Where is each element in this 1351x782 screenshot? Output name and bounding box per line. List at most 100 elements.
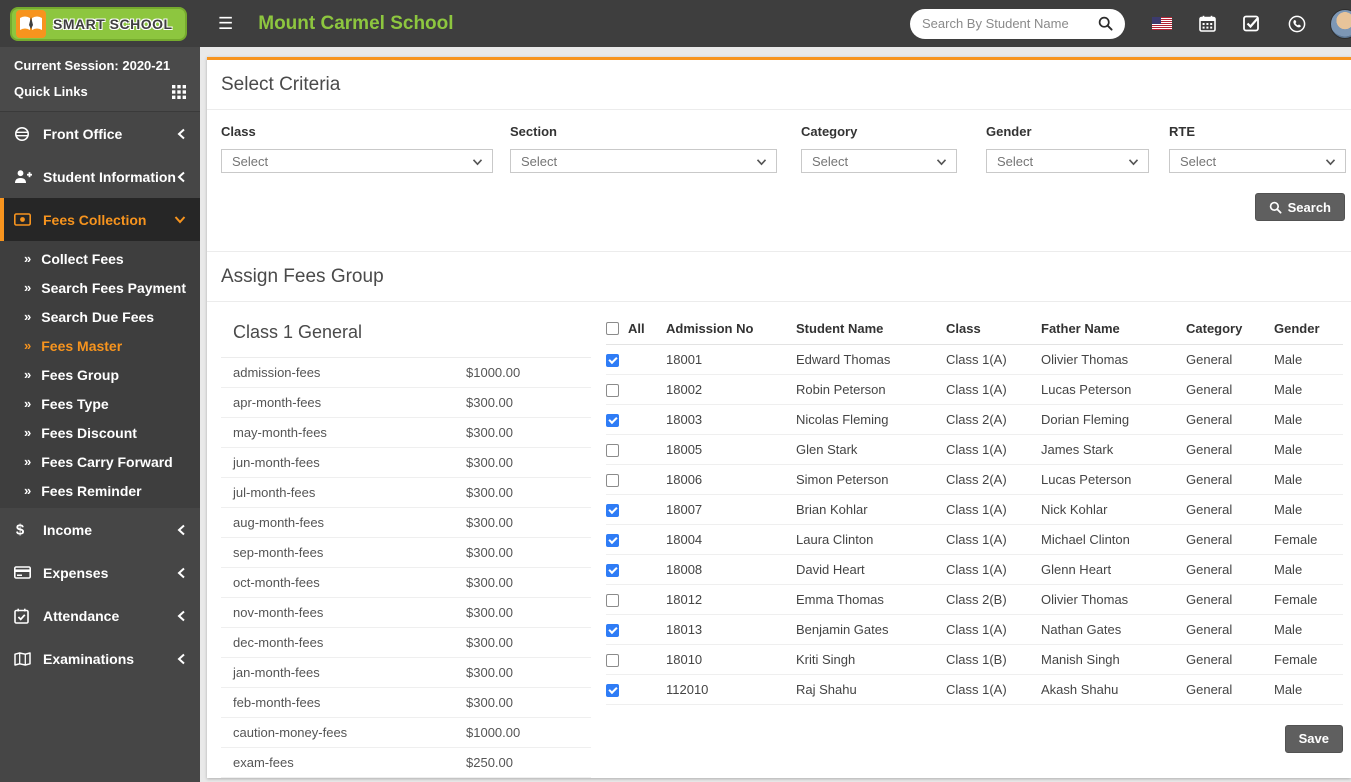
search-icon[interactable] <box>1098 16 1113 31</box>
sidebar-subitem-search-due-fees[interactable]: » Search Due Fees <box>0 302 200 331</box>
row-checkbox-cell <box>606 434 666 465</box>
card-icon <box>14 566 34 579</box>
select-all-checkbox[interactable] <box>606 322 619 336</box>
select-value: Select <box>1180 153 1217 169</box>
chevron-down-icon <box>936 154 947 169</box>
rte-select[interactable]: Select <box>1169 149 1346 173</box>
sidebar-subitem-search-fees-payment[interactable]: » Search Fees Payment <box>0 273 200 302</box>
fee-row: jun-month-fees $300.00 <box>221 448 591 478</box>
cell-category: General <box>1186 644 1274 675</box>
assign-fees-group-title: Assign Fees Group <box>207 252 1351 302</box>
sidebar-subitem-fees-type[interactable]: » Fees Type <box>0 389 200 418</box>
sidebar-item-student-information[interactable]: Student Information <box>0 155 200 198</box>
sidebar-subitem-label: Fees Type <box>41 395 109 412</box>
fees-group-name: Class 1 General <box>221 314 591 358</box>
cell-father-name: Nathan Gates <box>1041 614 1186 645</box>
todo-check-icon[interactable] <box>1243 15 1261 32</box>
row-checkbox[interactable] <box>606 623 619 637</box>
sidebar-item-front-office[interactable]: Front Office <box>0 112 200 155</box>
quick-links[interactable]: Quick Links <box>14 84 186 99</box>
sidebar-item-income[interactable]: $ Income <box>0 508 200 551</box>
row-checkbox[interactable] <box>606 563 619 577</box>
sidebar-subitem-fees-carry-forward[interactable]: » Fees Carry Forward <box>0 447 200 476</box>
criteria-form: Class Select Section Select Category Select Ge… <box>207 110 1351 173</box>
row-checkbox[interactable] <box>606 593 619 607</box>
cell-father-name: Nick Kohlar <box>1041 494 1186 525</box>
cell-gender: Male <box>1274 374 1343 405</box>
sidebar-item-label: Front Office <box>43 125 123 142</box>
user-avatar[interactable] <box>1330 8 1351 39</box>
cell-student-name: David Heart <box>796 554 946 585</box>
select-all-label: All <box>628 321 645 337</box>
sidebar-subitem-collect-fees[interactable]: » Collect Fees <box>0 244 200 273</box>
fee-row: apr-month-fees $300.00 <box>221 388 591 418</box>
cell-category: General <box>1186 404 1274 435</box>
cell-student-name: Simon Peterson <box>796 464 946 495</box>
sidebar-item-label: Fees Collection <box>43 211 147 228</box>
row-checkbox[interactable] <box>606 683 619 697</box>
fee-name: nov-month-fees <box>233 605 324 620</box>
cell-student-name: Robin Peterson <box>796 374 946 405</box>
cell-class: Class 1(A) <box>946 524 1041 555</box>
sidebar-item-fees-collection[interactable]: Fees Collection <box>0 198 200 241</box>
chevron-left-icon <box>177 653 186 665</box>
sidebar-item-examinations[interactable]: Examinations <box>0 637 200 680</box>
row-checkbox[interactable] <box>606 533 619 547</box>
cell-class: Class 2(A) <box>946 404 1041 435</box>
cell-admission-no: 18013 <box>666 614 796 645</box>
cell-category: General <box>1186 434 1274 465</box>
cell-class: Class 1(A) <box>946 434 1041 465</box>
select-value: Select <box>521 153 558 169</box>
sidebar-subitem-fees-master[interactable]: » Fees Master <box>0 331 200 360</box>
fee-amount: $300.00 <box>466 605 513 620</box>
search-button[interactable]: Search <box>1254 193 1345 221</box>
svg-text:$: $ <box>16 522 25 539</box>
column-header-student-name: Student Name <box>796 314 946 345</box>
sidebar: Current Session: 2020-21 Quick Links Fro… <box>0 47 200 782</box>
table-row: 18008 David Heart Class 1(A) Glenn Heart Gen… <box>606 554 1343 585</box>
sidebar-subitem-fees-group[interactable]: » Fees Group <box>0 360 200 389</box>
row-checkbox[interactable] <box>606 443 619 457</box>
chevron-left-icon <box>177 567 186 579</box>
hamburger-menu-icon[interactable]: ☰ <box>218 15 233 32</box>
fee-row: feb-month-fees $300.00 <box>221 688 591 718</box>
column-header-category: Category <box>1186 314 1274 345</box>
row-checkbox-cell <box>606 614 666 645</box>
fee-row: may-month-fees $300.00 <box>221 418 591 448</box>
row-checkbox[interactable] <box>606 413 619 427</box>
grid-icon[interactable] <box>172 84 186 99</box>
cell-student-name: Raj Shahu <box>796 674 946 705</box>
sidebar-subitem-fees-discount[interactable]: » Fees Discount <box>0 418 200 447</box>
column-header-admission-no: Admission No <box>666 314 796 345</box>
row-checkbox[interactable] <box>606 473 619 487</box>
select-value: Select <box>997 153 1034 169</box>
cell-student-name: Glen Stark <box>796 434 946 465</box>
sidebar-item-attendance[interactable]: Attendance <box>0 594 200 637</box>
calendar-icon[interactable] <box>1199 15 1216 32</box>
cell-admission-no: 18003 <box>666 404 796 435</box>
class-select[interactable]: Select <box>221 149 493 173</box>
row-checkbox[interactable] <box>606 653 619 667</box>
double-arrow-icon: » <box>24 309 32 324</box>
cell-gender: Female <box>1274 644 1343 675</box>
cell-admission-no: 18012 <box>666 584 796 615</box>
select-value: Select <box>232 153 269 169</box>
row-checkbox[interactable] <box>606 353 619 367</box>
app-logo[interactable]: SMART SCHOOL <box>0 6 200 41</box>
category-select[interactable]: Select <box>801 149 957 173</box>
fee-name: caution-money-fees <box>233 725 348 740</box>
gender-select[interactable]: Select <box>986 149 1149 173</box>
session-block: Current Session: 2020-21 Quick Links <box>0 47 200 112</box>
sidebar-subitem-fees-reminder[interactable]: » Fees Reminder <box>0 476 200 505</box>
row-checkbox[interactable] <box>606 383 619 397</box>
cell-class: Class 1(A) <box>946 494 1041 525</box>
whatsapp-icon[interactable] <box>1288 15 1306 33</box>
search-input[interactable] <box>922 16 1098 31</box>
table-row: 18006 Simon Peterson Class 2(A) Lucas Peter… <box>606 464 1343 495</box>
sidebar-item-expenses[interactable]: Expenses <box>0 551 200 594</box>
row-checkbox[interactable] <box>606 503 619 517</box>
section-select[interactable]: Select <box>510 149 777 173</box>
language-flag-icon[interactable] <box>1152 17 1172 30</box>
save-button[interactable]: Save <box>1284 724 1343 753</box>
field-label: Category <box>801 124 858 139</box>
